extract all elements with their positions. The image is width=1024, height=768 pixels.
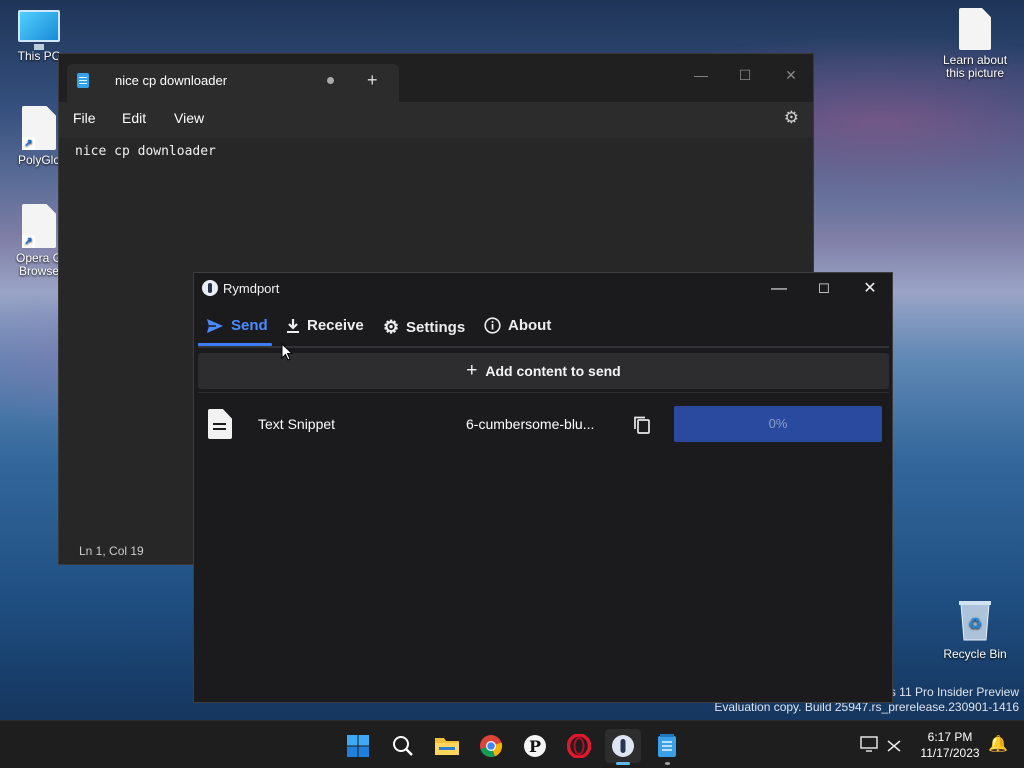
running-app-indicator bbox=[665, 762, 670, 765]
shortcut-arrow-icon: ↗ bbox=[22, 235, 35, 248]
p-app-icon: P bbox=[524, 735, 546, 757]
file-icon bbox=[208, 409, 232, 439]
start-icon bbox=[347, 735, 369, 757]
gear-icon: ⚙ bbox=[383, 317, 400, 337]
svg-text:P: P bbox=[529, 737, 541, 756]
rymdport-icon bbox=[612, 735, 634, 757]
tab-about[interactable]: About bbox=[484, 317, 551, 334]
tab-label: About bbox=[508, 317, 552, 334]
tab-receive[interactable]: Receive bbox=[286, 317, 364, 334]
copy-icon[interactable] bbox=[632, 415, 652, 435]
taskbar: P 6:17 PM 11/17/2023 🔔 bbox=[0, 720, 1024, 768]
search-icon bbox=[393, 736, 413, 756]
desktop-icon-recycle-bin[interactable]: ♻ Recycle Bin bbox=[940, 598, 1010, 661]
close-button[interactable]: ✕ bbox=[850, 277, 890, 301]
unsaved-dot-icon[interactable] bbox=[327, 77, 334, 84]
info-icon bbox=[484, 317, 501, 334]
rymdport-window[interactable]: Rymdport — ☐ ✕ Send Receive ⚙ Settings A… bbox=[193, 272, 893, 703]
maximize-icon: ☐ bbox=[738, 67, 752, 83]
menu-edit[interactable]: Edit bbox=[122, 110, 146, 126]
active-app-indicator bbox=[616, 762, 630, 765]
rymdport-tab-bar: Send Receive ⚙ Settings About bbox=[194, 305, 892, 349]
search-button[interactable] bbox=[385, 729, 421, 763]
close-icon: ✕ bbox=[863, 280, 877, 297]
clock-time: 6:17 PM bbox=[927, 730, 973, 744]
system-tray[interactable] bbox=[860, 735, 906, 755]
desktop-icon-label: Recycle Bin bbox=[943, 647, 1007, 661]
desktop-icon-label: this picture bbox=[945, 66, 1005, 80]
tab-settings[interactable]: ⚙ Settings bbox=[383, 317, 465, 338]
p-app-button[interactable]: P bbox=[517, 729, 553, 763]
tab-send[interactable]: Send bbox=[206, 317, 268, 334]
transfer-progress-bar: 0% bbox=[674, 406, 882, 442]
download-icon bbox=[287, 318, 299, 333]
display-icon bbox=[860, 736, 878, 752]
chrome-icon bbox=[480, 735, 503, 758]
notepad-menubar: File Edit View ⚙ bbox=[59, 102, 813, 138]
minimize-icon: — bbox=[694, 67, 708, 83]
maximize-button[interactable]: ☐ bbox=[804, 277, 844, 301]
notepad-taskbar-button[interactable] bbox=[649, 729, 685, 765]
document-icon bbox=[959, 8, 991, 50]
notepad-text-area[interactable]: nice cp downloader bbox=[75, 144, 216, 159]
notepad-icon bbox=[658, 734, 676, 757]
progress-percent: 0% bbox=[768, 416, 788, 431]
notification-bell-icon[interactable]: 🔔 bbox=[988, 734, 1008, 754]
minimize-icon: — bbox=[771, 280, 787, 297]
notepad-tab[interactable]: nice cp downloader + bbox=[67, 64, 399, 102]
menu-file[interactable]: File bbox=[73, 110, 96, 126]
notepad-status-position: Ln 1, Col 19 bbox=[79, 544, 144, 558]
notepad-tab-title: nice cp downloader bbox=[115, 73, 228, 88]
recycle-bin-icon: ♻ bbox=[959, 601, 991, 641]
transfer-code: 6-cumbersome-blu... bbox=[466, 416, 595, 432]
transfer-kind: Text Snippet bbox=[258, 416, 336, 432]
taskbar-clock[interactable]: 6:17 PM 11/17/2023 bbox=[912, 729, 988, 761]
file-explorer-icon bbox=[435, 738, 459, 755]
document-icon: ↗ bbox=[22, 204, 56, 248]
maximize-icon: ☐ bbox=[818, 281, 830, 296]
menu-view[interactable]: View bbox=[174, 110, 204, 126]
rymdport-title: Rymdport bbox=[223, 281, 280, 296]
tab-label: Receive bbox=[307, 317, 364, 334]
svg-text:♻: ♻ bbox=[968, 614, 982, 633]
notepad-titlebar[interactable]: nice cp downloader + — ☐ ✕ bbox=[59, 54, 813, 102]
divider bbox=[198, 392, 889, 393]
document-icon: ↗ bbox=[22, 106, 56, 150]
tab-label: Settings bbox=[406, 319, 466, 336]
rymdport-taskbar-button[interactable] bbox=[605, 729, 641, 765]
close-button[interactable]: ✕ bbox=[777, 64, 805, 86]
minimize-button[interactable]: — bbox=[687, 64, 715, 86]
gear-icon[interactable]: ⚙ bbox=[784, 108, 799, 128]
network-icon bbox=[887, 740, 901, 752]
shortcut-arrow-icon: ↗ bbox=[22, 137, 35, 150]
maximize-button[interactable]: ☐ bbox=[731, 64, 759, 86]
desktop-icon-learn-about-picture[interactable]: Learn about this picture bbox=[940, 8, 1010, 80]
opera-icon bbox=[567, 734, 591, 758]
mouse-cursor-icon bbox=[281, 343, 293, 361]
minimize-button[interactable]: — bbox=[759, 277, 799, 301]
send-icon bbox=[207, 318, 223, 333]
chrome-button[interactable] bbox=[473, 729, 509, 763]
new-tab-button[interactable]: + bbox=[367, 70, 378, 91]
notepad-icon bbox=[77, 73, 89, 88]
add-content-button[interactable]: + Add content to send bbox=[198, 353, 889, 389]
monitor-icon bbox=[18, 10, 60, 50]
clock-date: 11/17/2023 bbox=[920, 746, 980, 760]
tab-divider bbox=[198, 346, 889, 348]
transfer-row: Text Snippet 6-cumbersome-blu... 0% bbox=[194, 403, 892, 447]
add-content-label: Add content to send bbox=[485, 363, 621, 379]
close-icon: ✕ bbox=[785, 67, 797, 83]
tab-label: Send bbox=[231, 317, 268, 334]
rymdport-titlebar[interactable]: Rymdport — ☐ ✕ bbox=[194, 273, 892, 305]
file-explorer-button[interactable] bbox=[429, 729, 465, 763]
rymdport-logo-icon bbox=[202, 280, 218, 296]
opera-button[interactable] bbox=[561, 729, 597, 763]
start-button[interactable] bbox=[340, 729, 376, 763]
plus-icon: + bbox=[466, 360, 478, 381]
